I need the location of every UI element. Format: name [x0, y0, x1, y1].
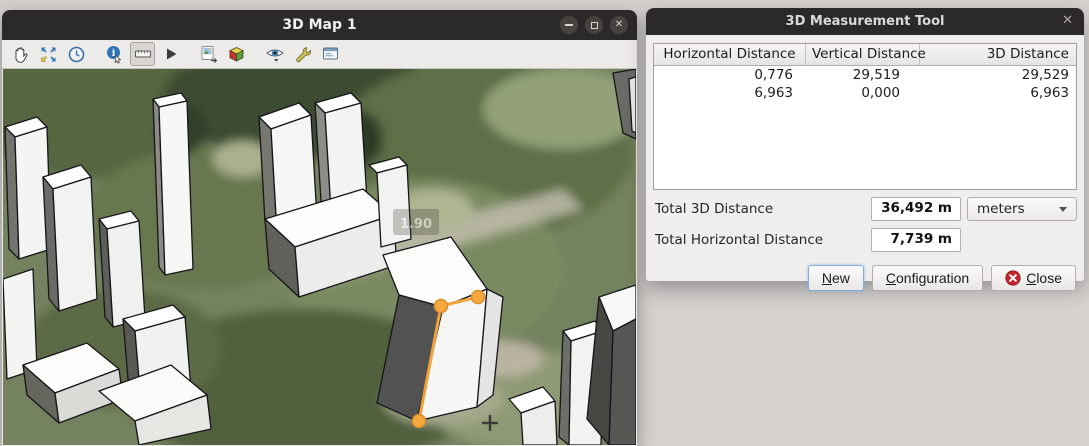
zoom-full-button[interactable] — [36, 42, 61, 66]
total-horizontal-row: Total Horizontal Distance 7,739 m — [653, 228, 1077, 252]
map-window-titlebar[interactable]: 3D Map 1 ✕ — [2, 10, 637, 40]
zoom-full-icon — [39, 45, 58, 64]
total-3d-value-field[interactable]: 36,492 m — [871, 197, 961, 221]
play-animation-button[interactable] — [158, 42, 183, 66]
column-header-vertical[interactable]: Vertical Distance — [806, 44, 920, 65]
unit-select[interactable]: meters — [967, 197, 1077, 221]
dialog-title: 3D Measurement Tool — [786, 14, 945, 29]
maximize-button[interactable] — [585, 16, 603, 34]
minimize-button[interactable] — [560, 16, 578, 34]
total-3d-label: Total 3D Distance — [653, 201, 871, 217]
3d-map-view[interactable]: 1.90 — [3, 69, 636, 445]
column-header-3d[interactable]: 3D Distance — [920, 44, 1076, 65]
svg-text:1.90: 1.90 — [400, 217, 432, 232]
building — [153, 93, 193, 275]
identify-info-icon: i — [105, 45, 124, 64]
export-scene-button[interactable] — [224, 42, 249, 66]
cell-vertical: 29,519 — [806, 66, 920, 84]
table-header: Horizontal Distance Vertical Distance 3D… — [654, 44, 1076, 66]
pan-hand-icon — [11, 45, 30, 64]
column-header-horizontal[interactable]: Horizontal Distance — [654, 44, 806, 65]
play-icon — [163, 46, 179, 62]
maximize-icon — [591, 22, 598, 29]
map-window: 3D Map 1 ✕ i — [2, 10, 637, 446]
total-3d-row: Total 3D Distance 36,492 m meters — [653, 197, 1077, 221]
total-horizontal-value-field[interactable]: 7,739 m — [871, 228, 961, 252]
measurement-point[interactable] — [413, 415, 426, 428]
measure-ruler-icon — [133, 44, 153, 64]
new-button[interactable]: New — [808, 265, 864, 291]
dialog-titlebar[interactable]: 3D Measurement Tool ✕ — [646, 8, 1084, 35]
eye-icon — [265, 44, 285, 64]
table-row[interactable]: 6,963 0,000 6,963 — [654, 84, 1076, 102]
measurement-point[interactable] — [435, 300, 448, 313]
pan-tool-button[interactable] — [8, 42, 33, 66]
measure-tool-button[interactable] — [130, 42, 155, 66]
dialog-close-button[interactable]: ✕ — [1062, 13, 1073, 28]
measure-hint-label: 1.90 — [393, 209, 439, 235]
close-button[interactable]: Close — [991, 265, 1076, 291]
table-row[interactable]: 0,776 29,519 29,529 — [654, 66, 1076, 84]
cell-3d: 29,529 — [920, 66, 1076, 84]
unit-select-value: meters — [977, 201, 1025, 217]
total-horizontal-label: Total Horizontal Distance — [653, 232, 871, 248]
chevron-down-icon — [1059, 207, 1067, 212]
measurement-point[interactable] — [472, 291, 485, 304]
console-panel-button[interactable] — [318, 42, 343, 66]
save-image-icon — [199, 44, 219, 64]
building — [43, 165, 97, 311]
cell-vertical: 0,000 — [806, 84, 920, 102]
measurements-table[interactable]: Horizontal Distance Vertical Distance 3D… — [653, 43, 1077, 190]
minimize-icon — [565, 24, 573, 26]
map-toolbar: i — [2, 40, 637, 69]
cell-3d: 6,963 — [920, 84, 1076, 102]
configuration-button[interactable]: Configuration — [872, 265, 983, 291]
animation-tool-button[interactable] — [64, 42, 89, 66]
wrench-icon — [293, 45, 312, 64]
visibility-menu-button[interactable] — [262, 42, 287, 66]
dialog-buttons: New Configuration Close — [653, 265, 1077, 291]
close-window-button[interactable]: ✕ — [610, 16, 628, 34]
window-controls: ✕ — [560, 16, 628, 34]
save-image-button[interactable] — [196, 42, 221, 66]
cell-horizontal: 6,963 — [654, 84, 806, 102]
dialog-body: Horizontal Distance Vertical Distance 3D… — [646, 35, 1084, 291]
close-icon: ✕ — [615, 20, 623, 30]
settings-tool-button[interactable] — [290, 42, 315, 66]
spacer — [961, 240, 1077, 241]
measurement-dialog: 3D Measurement Tool ✕ Horizontal Distanc… — [646, 8, 1084, 281]
cell-horizontal: 0,776 — [654, 66, 806, 84]
close-red-icon — [1005, 270, 1021, 286]
color-cube-icon — [227, 45, 246, 64]
building — [99, 211, 145, 327]
console-window-icon — [321, 44, 341, 64]
clock-icon — [67, 45, 86, 64]
map-window-title: 3D Map 1 — [282, 17, 356, 33]
3d-scene: 1.90 — [3, 69, 636, 445]
identify-tool-button[interactable]: i — [102, 42, 127, 66]
